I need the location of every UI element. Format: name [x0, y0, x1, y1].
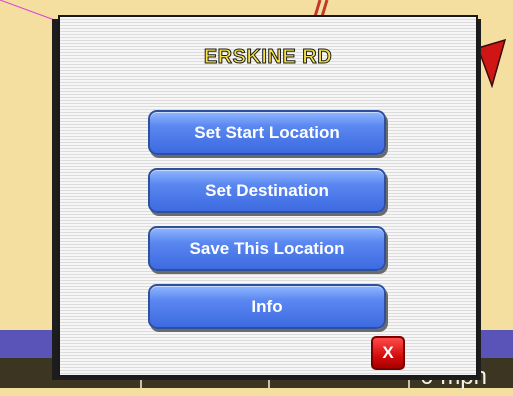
location-options-dialog: ERSKINE RD Set Start Location Set Destin…	[58, 15, 478, 377]
dialog-title: ERSKINE RD	[203, 46, 333, 69]
close-button[interactable]: X	[371, 336, 405, 370]
set-start-location-button[interactable]: Set Start Location	[148, 110, 386, 155]
set-destination-button[interactable]: Set Destination	[148, 168, 386, 213]
save-this-location-button[interactable]: Save This Location	[148, 226, 386, 271]
info-button[interactable]: Info	[148, 284, 386, 329]
